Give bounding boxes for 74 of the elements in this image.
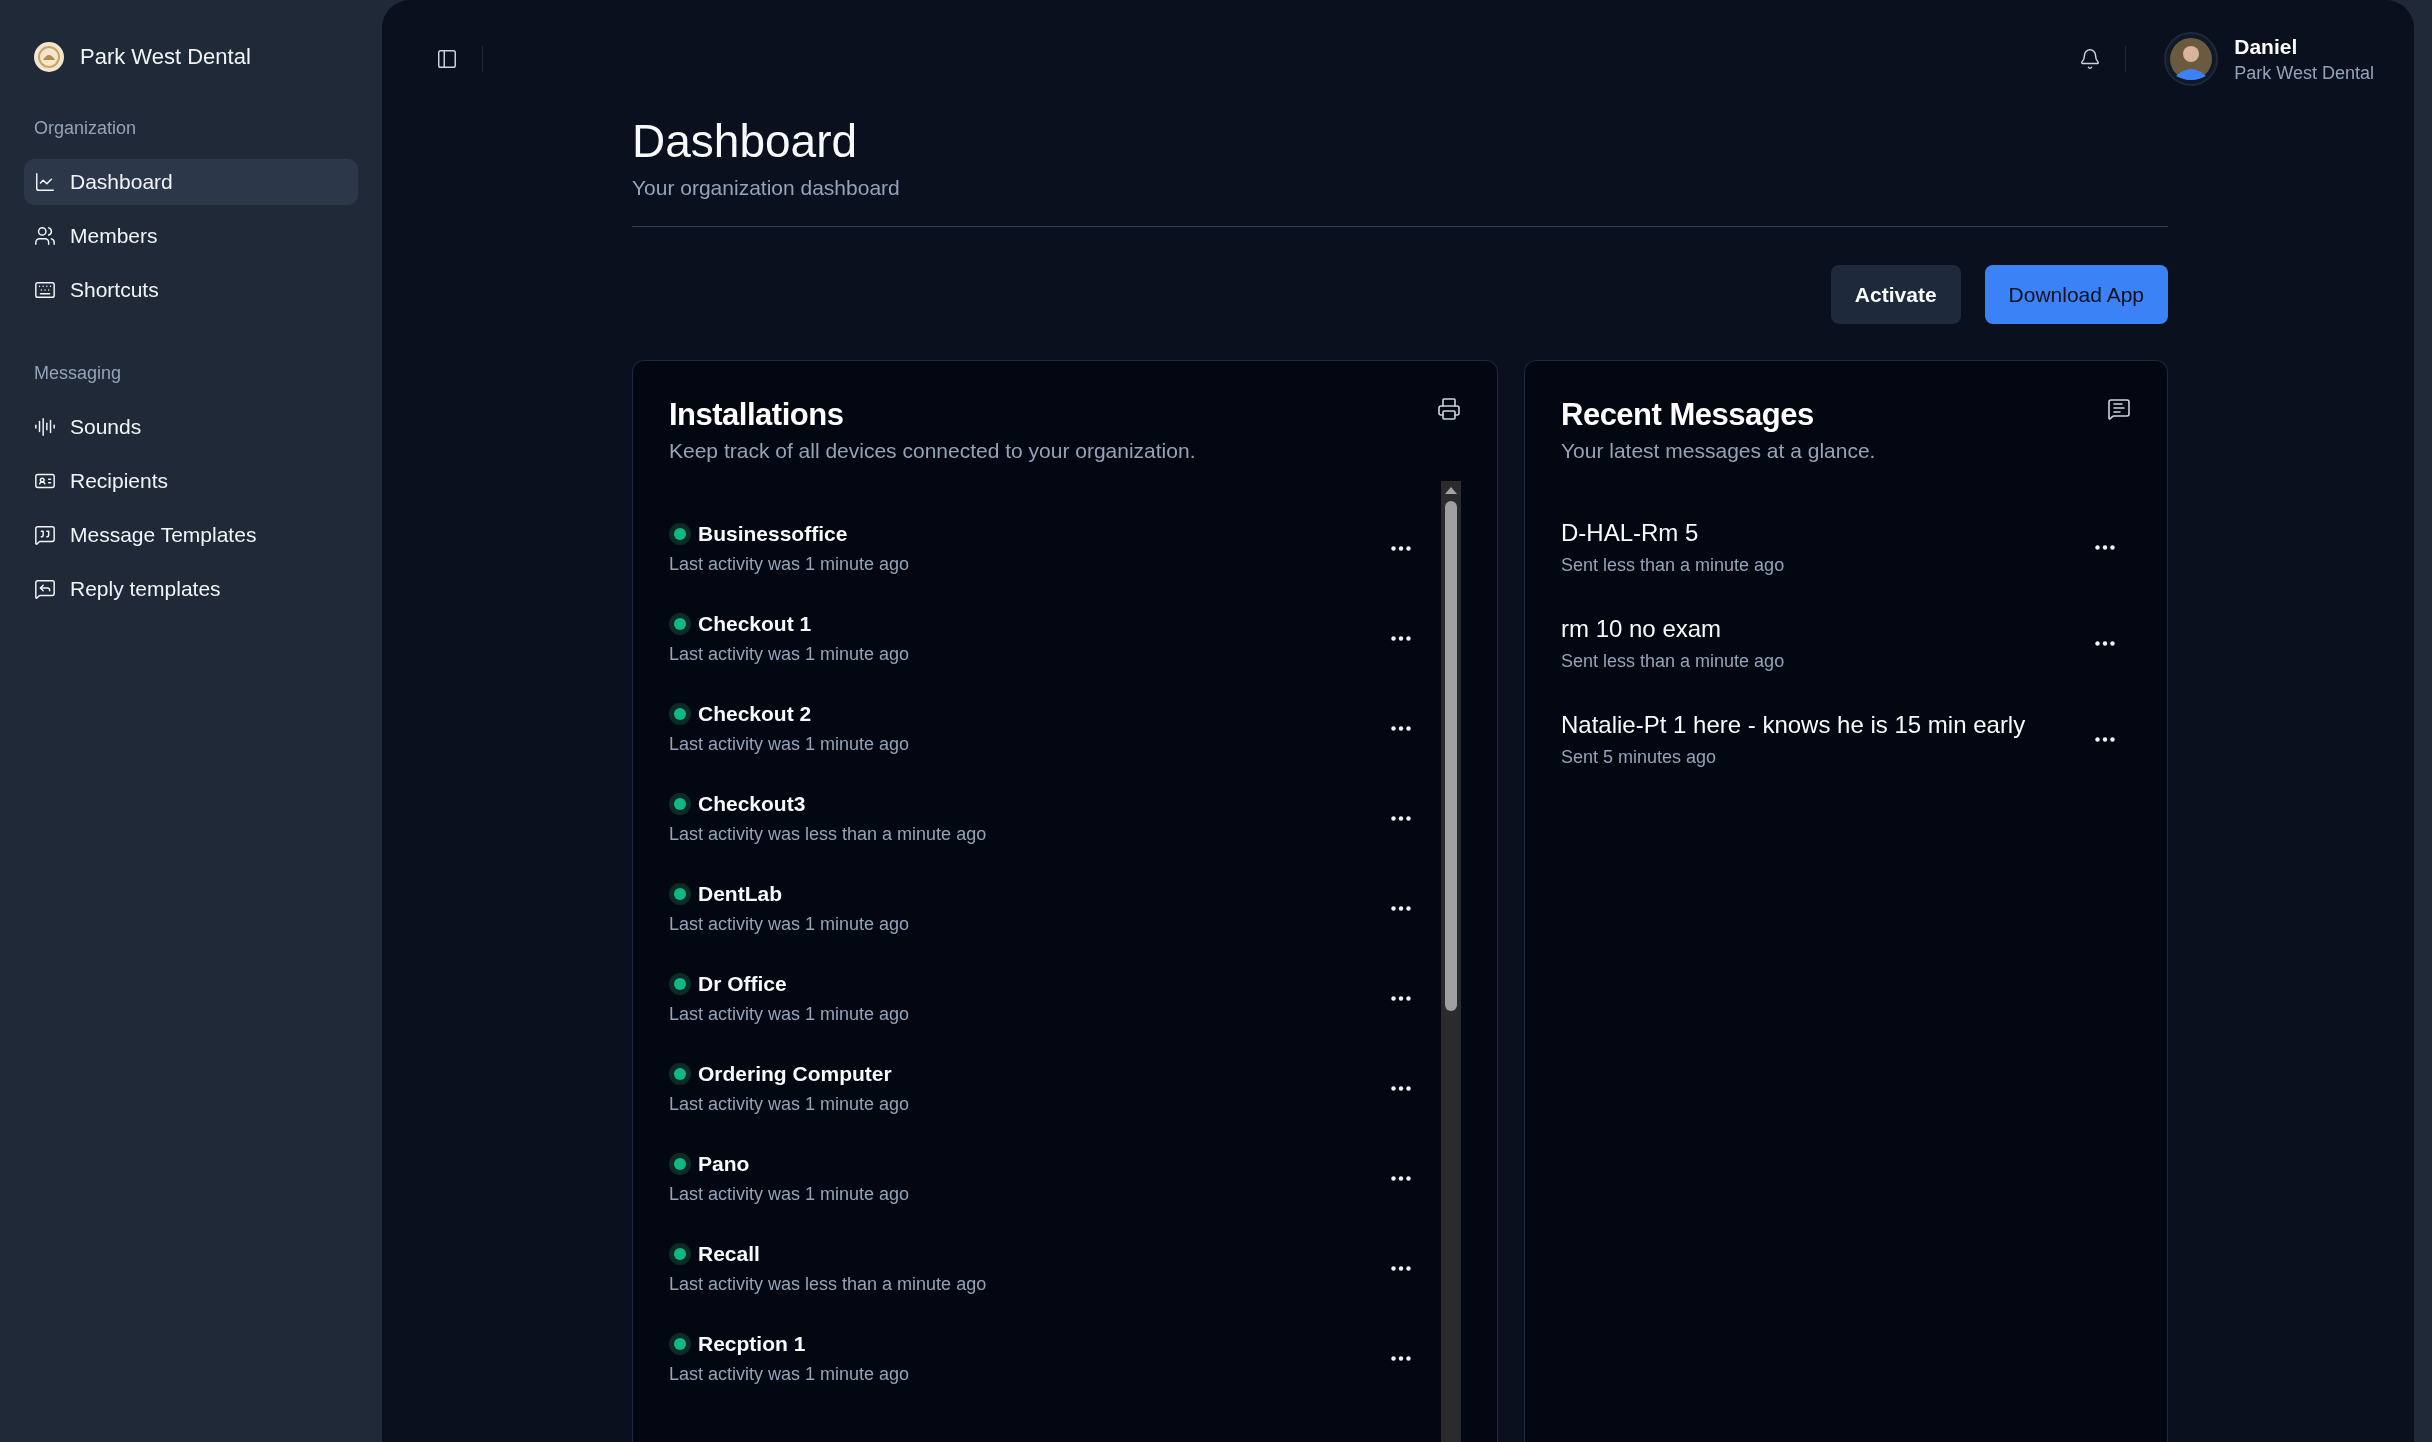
avatar bbox=[2164, 32, 2219, 86]
last-activity: Last activity was 1 minute ago bbox=[669, 1003, 911, 1025]
user-organization: Park West Dental bbox=[2234, 62, 2374, 84]
message-quote-icon bbox=[34, 524, 56, 546]
device-name: Checkout3 bbox=[698, 791, 806, 816]
nav-item[interactable]: Members bbox=[24, 213, 358, 259]
primary-button[interactable]: Download App bbox=[1984, 265, 2168, 324]
card-subtitle: Keep track of all devices connected to your organization. bbox=[669, 439, 1196, 463]
device-name: DentLab bbox=[698, 881, 782, 906]
device-name: Checkout 2 bbox=[698, 701, 812, 726]
card-title: Recent Messages bbox=[1561, 397, 1815, 433]
ellipsis-icon bbox=[1391, 1085, 1411, 1091]
bell-icon bbox=[2079, 48, 2102, 70]
nav-item[interactable]: Message Templates bbox=[24, 512, 358, 558]
device-name: Ordering Computer bbox=[698, 1061, 892, 1086]
device-name: Recall bbox=[698, 1241, 760, 1266]
device-name: Recption 1 bbox=[698, 1331, 806, 1356]
message-text: rm 10 no exam bbox=[1561, 614, 1723, 643]
keyboard-icon bbox=[34, 279, 56, 301]
ellipsis-icon bbox=[1391, 1355, 1411, 1361]
message-time: Sent less than a minute ago bbox=[1561, 650, 1786, 672]
scrollbar-thumb[interactable] bbox=[1445, 501, 1457, 1011]
device-name: Businessoffice bbox=[698, 521, 848, 546]
last-activity: Last activity was 1 minute ago bbox=[669, 553, 911, 575]
last-activity: Last activity was 1 minute ago bbox=[669, 913, 911, 935]
last-activity: Last activity was less than a minute ago bbox=[669, 1273, 988, 1295]
device-name: Pano bbox=[698, 1151, 750, 1176]
message-text: Natalie-Pt 1 here - knows he is 15 min early bbox=[1561, 710, 2027, 739]
ellipsis-icon bbox=[1391, 1265, 1411, 1271]
scroll-up-icon[interactable] bbox=[1444, 485, 1458, 495]
section-heading: Organization bbox=[33, 118, 138, 139]
users-icon bbox=[34, 225, 56, 247]
message-time: Sent 5 minutes ago bbox=[1561, 746, 1718, 768]
scrollbar[interactable] bbox=[1441, 481, 1461, 1442]
sidebar-icon bbox=[436, 48, 458, 70]
nav-item[interactable]: Recipients bbox=[24, 458, 358, 504]
card-title: Installations bbox=[669, 397, 845, 433]
section-heading: Messaging bbox=[33, 363, 123, 384]
message-icon bbox=[2107, 397, 2131, 421]
ellipsis-icon bbox=[1391, 815, 1411, 821]
last-activity: Last activity was 1 minute ago bbox=[669, 643, 911, 665]
nav-item[interactable]: Reply templates bbox=[24, 566, 358, 612]
ellipsis-icon bbox=[1391, 905, 1411, 911]
ellipsis-icon bbox=[1391, 725, 1411, 731]
nav-item[interactable]: Dashboard bbox=[24, 159, 358, 205]
ellipsis-icon bbox=[2095, 544, 2115, 550]
printer-icon bbox=[1437, 397, 1461, 421]
ellipsis-icon bbox=[2095, 640, 2115, 646]
user-name: Daniel bbox=[2234, 34, 2299, 59]
ellipsis-icon bbox=[1391, 995, 1411, 1001]
organization-name: Park West Dental bbox=[80, 44, 251, 70]
message-text: D-HAL-Rm 5 bbox=[1561, 518, 1700, 547]
message-time: Sent less than a minute ago bbox=[1561, 554, 1786, 576]
ellipsis-icon bbox=[2095, 736, 2115, 742]
last-activity: Last activity was 1 minute ago bbox=[669, 1093, 911, 1115]
card-subtitle: Your latest messages at a glance. bbox=[1561, 439, 1876, 463]
nav-item[interactable]: Shortcuts bbox=[24, 267, 358, 313]
secondary-button[interactable]: Activate bbox=[1830, 265, 1961, 324]
device-name: Checkout 1 bbox=[698, 611, 812, 636]
message-reply-icon bbox=[34, 578, 56, 600]
ellipsis-icon bbox=[1391, 1175, 1411, 1181]
ellipsis-icon bbox=[1391, 635, 1411, 641]
device-name: Dr Office bbox=[698, 971, 787, 996]
line-chart-icon bbox=[34, 171, 56, 193]
page-title: Dashboard bbox=[632, 114, 859, 168]
last-activity: Last activity was less than a minute ago bbox=[669, 823, 988, 845]
last-activity: Last activity was 1 minute ago bbox=[669, 1363, 911, 1385]
logo-icon bbox=[34, 42, 64, 72]
last-activity: Last activity was 1 minute ago bbox=[669, 733, 911, 755]
audio-wave-icon bbox=[34, 416, 56, 438]
ellipsis-icon bbox=[1391, 545, 1411, 551]
last-activity: Last activity was 1 minute ago bbox=[669, 1183, 911, 1205]
nav-item[interactable]: Sounds bbox=[24, 404, 358, 450]
page-subtitle: Your organization dashboard bbox=[632, 176, 901, 200]
